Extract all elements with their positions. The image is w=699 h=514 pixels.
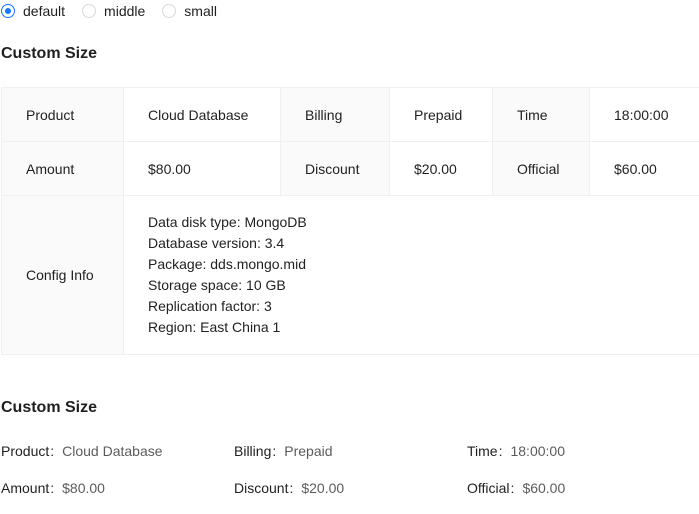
config-info-lines: Data disk type: MongoDB Database version… — [148, 212, 697, 338]
bordered-descriptions: Product Cloud Database Billing Prepaid T… — [1, 87, 699, 355]
plain-item-amount: Amount: $80.00 — [1, 477, 105, 499]
descriptions-row: Amount $80.00 Discount $20.00 Official $… — [1, 141, 699, 196]
plain-item-billing: Billing: Prepaid — [234, 440, 333, 462]
radio-default-label: default — [23, 3, 66, 19]
amount-value: $80.00 — [123, 141, 281, 196]
plain-official-label: Official — [467, 480, 510, 496]
config-line-storage: Storage space: 10 GB — [148, 277, 286, 293]
plain-colon: : — [289, 480, 294, 496]
plain-item-time: Time:18:00:00 — [467, 440, 565, 462]
discount-label: Discount — [280, 141, 390, 196]
billing-label: Billing — [280, 87, 390, 142]
config-line-region: Region: East China 1 — [148, 319, 281, 335]
plain-product-value: Cloud Database — [62, 443, 163, 459]
plain-billing-label: Billing — [234, 443, 272, 459]
official-label: Official — [492, 141, 590, 196]
product-value: Cloud Database — [123, 87, 281, 142]
radio-small[interactable]: small — [161, 3, 225, 19]
plain-colon: : — [510, 480, 515, 496]
product-label: Product — [1, 87, 124, 142]
time-value: 18:00:00 — [589, 87, 699, 142]
config-line-replication: Replication factor: 3 — [148, 298, 272, 314]
radio-middle-label: middle — [104, 3, 146, 19]
plain-billing-value: Prepaid — [284, 443, 333, 459]
config-info-value: Data disk type: MongoDB Database version… — [123, 195, 699, 355]
plain-item-discount: Discount: $20.00 — [234, 477, 344, 499]
config-line-package: Package: dds.mongo.mid — [148, 256, 306, 272]
radio-small-circle[interactable] — [162, 4, 177, 18]
plain-discount-label: Discount — [234, 480, 289, 496]
plain-product-label: Product — [1, 443, 50, 459]
plain-time-label: Time — [467, 443, 498, 459]
plain-descriptions-row: Amount: $80.00 Discount: $20.00 Official: $… — [1, 477, 699, 499]
radio-middle-circle[interactable] — [82, 4, 97, 18]
config-line-disk-type: Data disk type: MongoDB — [148, 214, 307, 230]
amount-label: Amount — [1, 141, 124, 196]
plain-colon: : — [498, 443, 503, 459]
plain-amount-value: $80.00 — [62, 480, 105, 496]
size-radio-group: default middle small — [0, 0, 233, 22]
descriptions-row: Config Info Data disk type: MongoDB Data… — [1, 195, 699, 355]
descriptions-row: Product Cloud Database Billing Prepaid T… — [1, 87, 699, 142]
plain-official-value: $60.00 — [522, 480, 566, 496]
plain-amount-label: Amount — [1, 480, 50, 496]
plain-item-official: Official: $60.00 — [467, 477, 565, 499]
time-label: Time — [492, 87, 590, 142]
radio-middle[interactable]: middle — [81, 3, 153, 19]
config-info-label: Config Info — [1, 195, 124, 355]
plain-descriptions-row: Product: Cloud Database Billing: Prepaid T… — [1, 440, 699, 462]
radio-small-label: small — [184, 3, 217, 19]
plain-colon: : — [50, 480, 55, 496]
radio-default[interactable]: default — [0, 3, 73, 19]
plain-colon: : — [50, 443, 55, 459]
plain-discount-value: $20.00 — [301, 480, 345, 496]
billing-value: Prepaid — [389, 87, 493, 142]
plain-item-product: Product: Cloud Database — [1, 440, 163, 462]
plain-section-title: Custom Size — [1, 399, 98, 416]
config-line-db-version: Database version: 3.4 — [148, 235, 285, 251]
discount-value: $20.00 — [389, 141, 493, 196]
official-value: $60.00 — [589, 141, 699, 196]
bordered-section-title: Custom Size — [1, 45, 98, 62]
plain-colon: : — [272, 443, 277, 459]
radio-default-circle[interactable] — [1, 4, 15, 18]
plain-time-value: 18:00:00 — [510, 443, 565, 459]
